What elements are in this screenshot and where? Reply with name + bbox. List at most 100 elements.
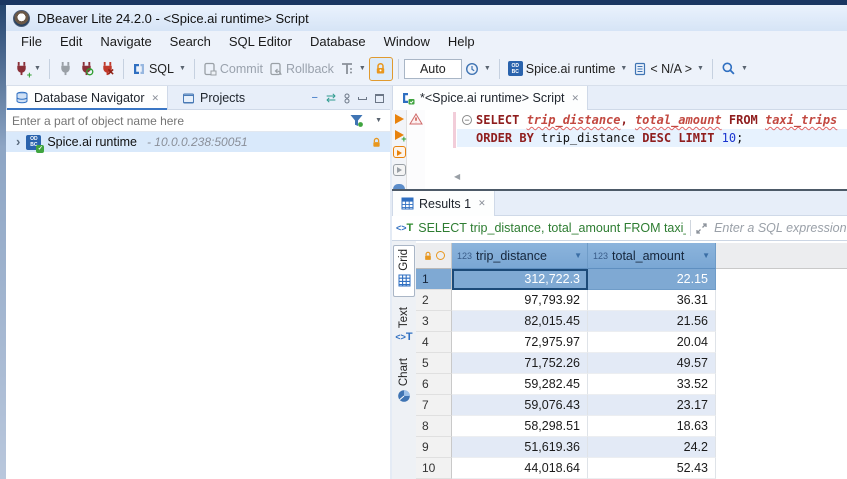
collapse-all-icon[interactable]: − bbox=[312, 92, 318, 104]
connect-button[interactable] bbox=[55, 58, 76, 79]
results-grid-icon bbox=[401, 197, 414, 210]
numeric-type-badge: 123 bbox=[593, 251, 608, 261]
column-header-total-amount[interactable]: 123 total_amount ▼ bbox=[588, 243, 716, 269]
tab-results-1[interactable]: Results 1 ✕ bbox=[392, 191, 495, 216]
tab-script[interactable]: *<Spice.ai runtime> Script ✕ bbox=[392, 86, 588, 110]
view-menu-icon[interactable] bbox=[344, 93, 350, 104]
tab-database-navigator[interactable]: Database Navigator ✕ bbox=[6, 86, 168, 110]
tab-results-label: Results 1 bbox=[419, 197, 471, 211]
table-row[interactable]: 3 82,015.45 21.56 bbox=[416, 311, 716, 332]
fold-collapse-icon[interactable]: − bbox=[462, 115, 472, 125]
numeric-type-badge: 123 bbox=[457, 251, 472, 261]
focused-cell[interactable]: 312,722.3 bbox=[452, 269, 588, 290]
maximize-view-icon[interactable] bbox=[375, 94, 384, 103]
database-navigator-panel: Database Navigator ✕ Projects − ⇄ bbox=[6, 86, 390, 479]
corner-lock-icon bbox=[423, 251, 433, 261]
warning-icon bbox=[409, 113, 423, 125]
commit-mode-combo[interactable]: Auto bbox=[404, 59, 462, 79]
results-filter-bar[interactable]: <>T SELECT trip_distance, total_amount F… bbox=[392, 216, 847, 241]
execute-statement-icon[interactable] bbox=[395, 114, 404, 124]
execute-script-icon[interactable] bbox=[393, 146, 406, 158]
sql-editor-panel: *<Spice.ai runtime> Script ✕ + − SELECT … bbox=[392, 86, 847, 189]
table-row[interactable]: 4 72,975.97 20.04 bbox=[416, 332, 716, 353]
table-row[interactable]: 2 97,793.92 36.31 bbox=[416, 290, 716, 311]
commit-button[interactable]: Commit bbox=[200, 59, 266, 79]
table-row[interactable]: 8 58,298.51 18.63 bbox=[416, 416, 716, 437]
tree-expander-icon[interactable]: › bbox=[16, 137, 20, 147]
results-query-text: SELECT trip_distance, total_amount FROM … bbox=[418, 221, 686, 235]
minimize-view-icon[interactable] bbox=[358, 97, 367, 100]
reconnect-button[interactable] bbox=[76, 58, 97, 79]
menu-navigate[interactable]: Navigate bbox=[91, 31, 160, 52]
presentation-tab-strip: Grid Text <>T Chart bbox=[392, 241, 416, 479]
plug-disconnect-icon bbox=[100, 61, 115, 76]
editor-body[interactable]: + − SELECT trip_distance, total_amount F… bbox=[392, 110, 847, 189]
results-grid: 1 312,722.3 22.15 2 97,793.92 36.31 3 82… bbox=[416, 269, 716, 479]
hscroll-left-arrow-icon[interactable]: ◀ bbox=[454, 172, 460, 181]
active-schema-selector[interactable]: < N/A > ▼ bbox=[630, 59, 707, 79]
menu-file[interactable]: File bbox=[12, 31, 51, 52]
main-toolbar: + ▼ SQL ▼ bbox=[6, 52, 847, 86]
active-schema-value: < N/A > bbox=[650, 62, 692, 76]
table-row[interactable]: 10 44,018.64 52.43 bbox=[416, 458, 716, 479]
sql-editor-button[interactable]: SQL ▼ bbox=[129, 59, 189, 79]
column-header-trip-distance[interactable]: 123 trip_distance ▼ bbox=[452, 243, 588, 269]
new-connection-button[interactable]: + ▼ bbox=[11, 58, 44, 79]
disconnect-button[interactable] bbox=[97, 58, 118, 79]
menu-edit[interactable]: Edit bbox=[51, 31, 91, 52]
navigator-filter-row: ▼ bbox=[6, 110, 390, 132]
menu-sql-editor[interactable]: SQL Editor bbox=[220, 31, 301, 52]
chevron-down-icon: ▼ bbox=[359, 65, 366, 72]
auto-commit-toggle[interactable] bbox=[369, 57, 393, 81]
table-row[interactable]: 5 71,752.26 49.57 bbox=[416, 353, 716, 374]
sort-arrow-icon[interactable]: ▼ bbox=[702, 251, 710, 260]
dbeaver-window: DBeaver Lite 24.2.0 - <Spice.ai runtime>… bbox=[0, 0, 847, 479]
table-row[interactable]: 1 312,722.3 22.15 bbox=[416, 269, 716, 290]
titlebar[interactable]: DBeaver Lite 24.2.0 - <Spice.ai runtime>… bbox=[6, 5, 847, 31]
transaction-history-button[interactable]: ▼ bbox=[462, 59, 494, 79]
table-row[interactable]: 7 59,076.43 23.17 bbox=[416, 395, 716, 416]
filter-funnel-icon[interactable] bbox=[349, 113, 364, 128]
rollback-button[interactable]: Rollback bbox=[266, 59, 337, 79]
tab-text[interactable]: Text <>T bbox=[393, 304, 415, 350]
transaction-log-button[interactable]: ▼ bbox=[337, 59, 369, 79]
search-button[interactable]: ▼ bbox=[718, 58, 751, 79]
script-disabled-icon[interactable] bbox=[393, 164, 406, 176]
sort-arrow-icon[interactable]: ▼ bbox=[574, 251, 582, 260]
sql-code-line-2[interactable]: ORDER BY trip_distance DESC LIMIT 10; bbox=[476, 129, 743, 147]
close-icon[interactable]: ✕ bbox=[478, 198, 486, 209]
active-connection-selector[interactable]: OD BC Spice.ai runtime ▼ bbox=[505, 58, 631, 79]
sql-code-line-1[interactable]: SELECT trip_distance, total_amount FROM … bbox=[476, 111, 837, 129]
table-row[interactable]: 9 51,619.36 24.2 bbox=[416, 437, 716, 458]
tab-chart[interactable]: Chart bbox=[393, 355, 415, 409]
menu-search[interactable]: Search bbox=[161, 31, 220, 52]
menu-database[interactable]: Database bbox=[301, 31, 375, 52]
menu-help[interactable]: Help bbox=[439, 31, 484, 52]
filter-placeholder-text: Enter a SQL expression to bbox=[714, 221, 847, 235]
connection-tree-item[interactable]: › OD BC ✓ Spice.ai runtime - 10.0.0.238:… bbox=[6, 132, 390, 152]
menu-window[interactable]: Window bbox=[375, 31, 439, 52]
object-filter-input[interactable] bbox=[12, 111, 342, 130]
odbc-connection-icon: OD BC ✓ bbox=[26, 135, 41, 150]
tab-projects[interactable]: Projects bbox=[174, 86, 253, 110]
table-row[interactable]: 6 59,282.45 33.52 bbox=[416, 374, 716, 395]
tab-grid[interactable]: Grid bbox=[393, 245, 415, 297]
close-icon[interactable]: ✕ bbox=[572, 93, 580, 104]
grid-corner-cell[interactable] bbox=[416, 243, 452, 269]
link-with-editor-icon[interactable]: ⇄ bbox=[326, 91, 336, 105]
text-view-icon: <>T bbox=[395, 331, 412, 343]
filter-bar-divider bbox=[690, 220, 691, 236]
chevron-down-icon: ▼ bbox=[34, 65, 41, 72]
sql-script-icon bbox=[401, 91, 415, 105]
search-icon bbox=[721, 61, 736, 76]
chevron-down-icon: ▼ bbox=[484, 65, 491, 72]
filter-dropdown-icon[interactable]: ▼ bbox=[375, 117, 382, 124]
expand-filter-icon[interactable] bbox=[695, 222, 708, 235]
tab-grid-label: Grid bbox=[398, 249, 410, 271]
execute-new-tab-icon[interactable]: + bbox=[395, 130, 404, 140]
close-icon[interactable]: ✕ bbox=[151, 93, 159, 104]
tab-script-label: *<Spice.ai runtime> Script bbox=[420, 91, 565, 105]
results-tabstrip: Results 1 ✕ bbox=[392, 191, 847, 216]
database-stack-icon bbox=[15, 91, 29, 105]
toolbar-separator bbox=[398, 59, 399, 79]
